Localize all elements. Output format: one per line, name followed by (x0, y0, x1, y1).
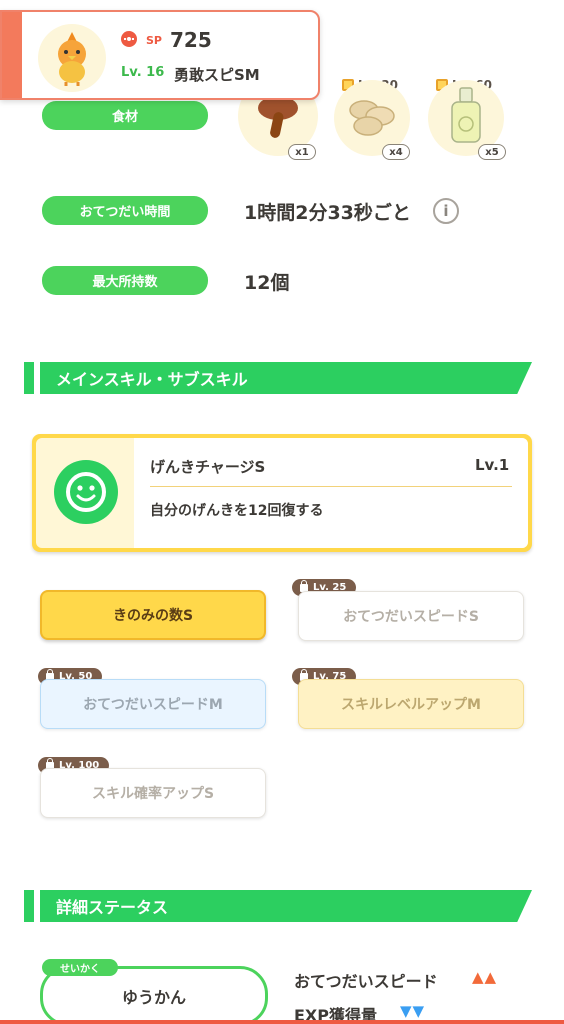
sub-skill-help-speed-s[interactable]: おてつだいスピードS (298, 591, 524, 641)
help-time-label: おてつだい時間 (42, 196, 208, 225)
main-skill-level: Lv.1 (475, 456, 510, 474)
up-arrows-icon: ▲▲ (472, 968, 498, 986)
ingredient-qty: x4 (382, 144, 410, 160)
header-accent-bar (2, 12, 22, 98)
help-time-value: 1時間2分33秒ごと (244, 202, 411, 224)
nature-tag: せいかく (42, 959, 118, 976)
avatar[interactable] (38, 24, 106, 92)
sub-skill-skill-level-up-m[interactable]: スキルレベルアップM (298, 679, 524, 729)
ingredient-qty: x5 (478, 144, 506, 160)
torchic-icon (58, 32, 86, 86)
oil-bottle-icon (451, 87, 481, 143)
ingredient-slot-2[interactable]: x4 (334, 80, 410, 160)
sub-skill-skill-chance-s[interactable]: スキル確率アップS (40, 768, 266, 818)
pokemon-name: 勇敢スピSM (174, 66, 260, 84)
mushroom-icon (258, 96, 298, 138)
info-icon[interactable]: i (433, 198, 459, 224)
ingredient-qty: x1 (288, 144, 316, 160)
pokemon-header-card: SP 725 Lv. 16 勇敢スピSM (0, 10, 320, 100)
main-skill-card[interactable]: げんきチャージS Lv.1 自分のげんきを12回復する (32, 434, 532, 552)
section-title: メインスキル・サブスキル (40, 362, 532, 394)
main-skill-name: げんきチャージS (150, 458, 266, 476)
beans-icon (349, 100, 395, 136)
level-label: Lv. 16 (121, 65, 165, 80)
nature-value: ゆうかん (121, 988, 186, 1007)
sp-icon (121, 31, 137, 47)
ingredient-slot-3[interactable]: x5 (428, 80, 506, 160)
nature-effect-up-label: おてつだいスピード (294, 972, 438, 991)
down-arrows-icon: ▼▼ (400, 1002, 426, 1020)
smile-icon (54, 460, 118, 524)
sp-label: SP (146, 34, 162, 47)
divider (150, 486, 512, 487)
section-title: 詳細ステータス (40, 890, 532, 922)
max-carry-label: 最大所持数 (42, 266, 208, 295)
main-skill-description: 自分のげんきを12回復する (150, 503, 324, 519)
sp-value: 725 (170, 28, 212, 52)
max-carry-value: 12個 (244, 272, 290, 294)
sub-skill-help-speed-m[interactable]: おてつだいスピードM (40, 679, 266, 729)
bottom-edge-bar (0, 1020, 564, 1024)
ingredients-label: 食材 (42, 101, 208, 130)
sub-skill-berry-s[interactable]: きのみの数S (40, 590, 266, 640)
